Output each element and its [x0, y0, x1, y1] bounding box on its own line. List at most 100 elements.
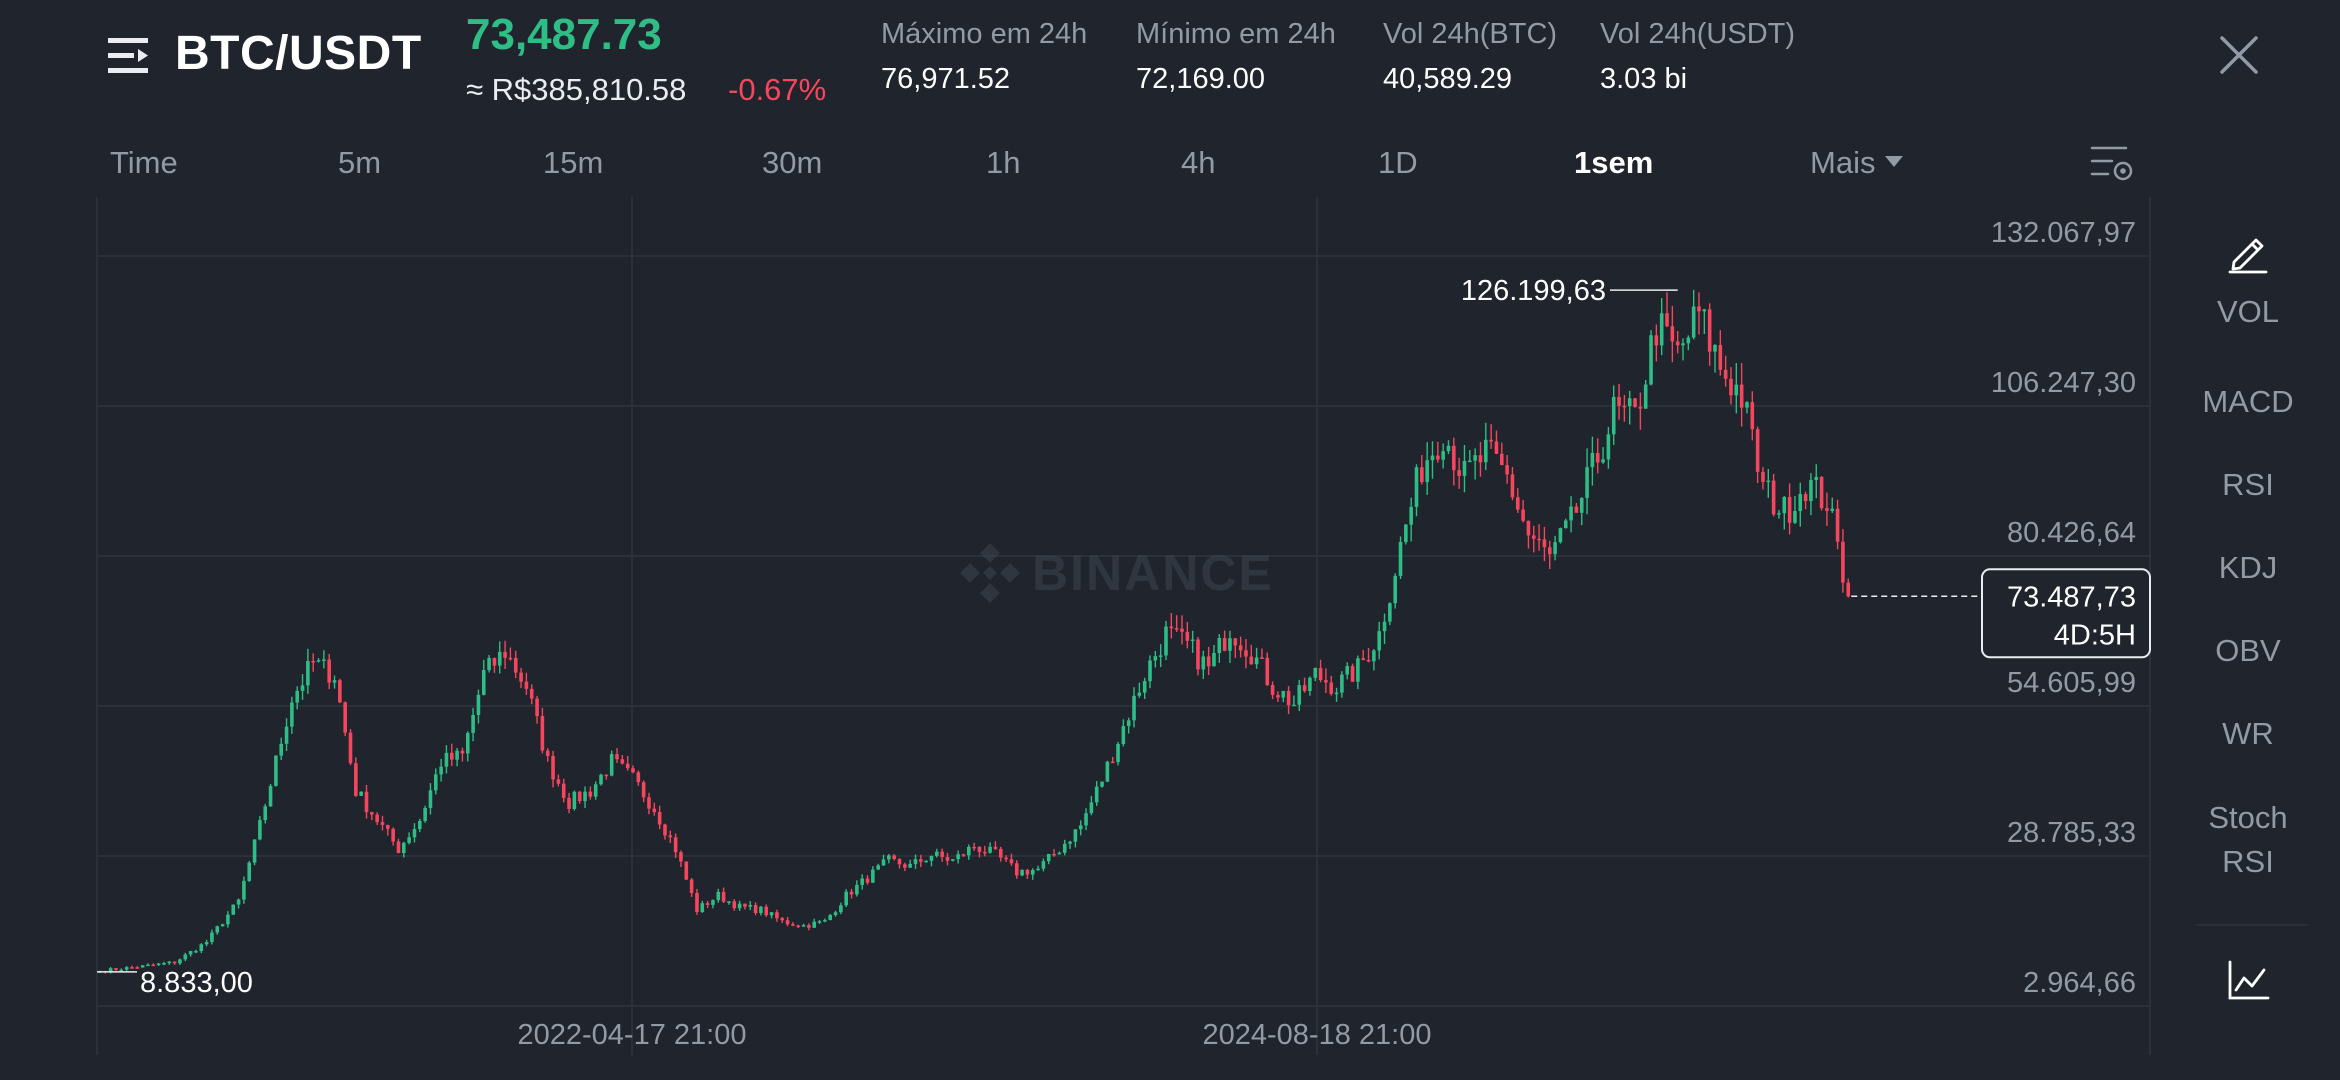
indicator-wr[interactable]: WR: [2196, 712, 2300, 756]
trading-screen: BTC/USDT 73,487.73 ≈ R$385,810.58 -0.67%…: [0, 0, 2340, 1080]
candle-body: [1100, 781, 1104, 787]
candle-body: [1121, 726, 1126, 745]
candle-body: [652, 808, 657, 813]
candle-body: [1579, 497, 1584, 513]
y-tick-label: 54.605,99: [2007, 667, 2136, 699]
candle-body: [391, 828, 395, 842]
candle-body: [1627, 398, 1632, 407]
candle-body: [711, 900, 715, 905]
price-chart[interactable]: BINANCE 132.067,97 106.247,30 80.426,64 54.…: [0, 0, 2160, 1080]
candle-body: [887, 855, 891, 860]
candle-body: [1329, 682, 1334, 694]
candle-body: [156, 963, 161, 965]
candle-body: [396, 841, 401, 854]
candle-body: [418, 820, 422, 830]
candle-body: [1558, 528, 1563, 543]
candle-body: [540, 716, 545, 751]
candle-body: [641, 782, 646, 798]
indicator-label: VOL: [2216, 298, 2280, 329]
candle-body: [988, 846, 992, 853]
candle-body: [1707, 309, 1712, 352]
candle-body: [1297, 685, 1302, 705]
indicator-vol[interactable]: VOL: [2196, 298, 2300, 342]
indicator-macd[interactable]: MACD: [2196, 380, 2300, 424]
candle-body: [348, 732, 353, 764]
candle-body: [1489, 439, 1493, 442]
indicator-kdj[interactable]: KDJ: [2196, 546, 2300, 590]
candle-body: [1020, 869, 1024, 876]
candle-body: [1654, 335, 1659, 346]
candle-body: [471, 714, 475, 733]
candle-body: [977, 846, 982, 852]
candle-body: [1675, 341, 1680, 346]
indicator-obv[interactable]: OBV: [2196, 629, 2300, 673]
candle-body: [210, 932, 214, 943]
candle-body: [844, 891, 848, 906]
candle-body: [1686, 337, 1691, 344]
candle-body: [332, 680, 337, 683]
candle-body: [673, 837, 678, 853]
candle-body: [1356, 658, 1360, 682]
candle-body: [705, 903, 710, 905]
candle-body: [1148, 660, 1152, 682]
candle-body: [188, 951, 193, 955]
line-chart-icon[interactable]: [2226, 958, 2270, 1002]
candle-body: [226, 914, 230, 925]
candle-body: [1819, 476, 1824, 509]
candle-body: [236, 899, 241, 905]
pencil-icon[interactable]: [2226, 230, 2270, 274]
candle-body: [199, 944, 204, 951]
candle-body: [1073, 829, 1078, 842]
candle-body: [812, 921, 817, 928]
candle-body: [439, 766, 443, 775]
candle-body: [444, 752, 449, 767]
candle-body: [1771, 480, 1776, 515]
candle-body: [1452, 445, 1456, 471]
candle-body: [204, 942, 209, 945]
candle-body: [1430, 455, 1435, 461]
candle-body: [966, 846, 971, 856]
candle-body: [1404, 524, 1408, 542]
candle-body: [982, 851, 987, 854]
candle-body: [1201, 656, 1206, 670]
candle-body: [1499, 453, 1504, 466]
candle-body: [545, 750, 550, 756]
candle-body: [833, 912, 838, 916]
candle-body: [1142, 681, 1147, 693]
indicator-stoch-rsi[interactable]: Stoch RSI: [2196, 796, 2300, 884]
candle-countdown: 4D:5H: [2054, 619, 2136, 651]
candle-body: [487, 657, 491, 671]
candle-body: [130, 967, 134, 969]
candle-body: [913, 859, 918, 864]
candle-body: [1281, 690, 1286, 698]
candle-body: [1841, 541, 1845, 583]
candles: [98, 289, 1851, 974]
candle-body: [1382, 621, 1387, 632]
candle-body: [1078, 825, 1083, 830]
candle-body: [940, 851, 944, 857]
candle-body: [609, 754, 614, 776]
candle-body: [1190, 639, 1195, 641]
candle-body: [956, 854, 960, 860]
candle-body: [172, 961, 177, 964]
candle-body: [423, 807, 427, 821]
candle-body: [402, 842, 406, 854]
candle-body: [1324, 680, 1328, 683]
candle-body: [1425, 460, 1429, 483]
candle-body: [796, 925, 801, 928]
candle-body: [1521, 509, 1525, 521]
candle-body: [647, 797, 651, 809]
candle-body: [1766, 480, 1771, 483]
indicator-rsi[interactable]: RSI: [2196, 463, 2300, 507]
candle-body: [1830, 508, 1835, 511]
candle-body: [1372, 650, 1376, 662]
candle-body: [924, 860, 928, 863]
candle-body: [625, 763, 630, 769]
candle-body: [1004, 857, 1008, 860]
candle-body: [1009, 859, 1014, 864]
candle-body: [1595, 452, 1600, 463]
candle-body: [1617, 396, 1621, 406]
candle-body: [679, 852, 683, 862]
candle-body: [860, 878, 864, 885]
close-icon[interactable]: [2218, 34, 2260, 76]
